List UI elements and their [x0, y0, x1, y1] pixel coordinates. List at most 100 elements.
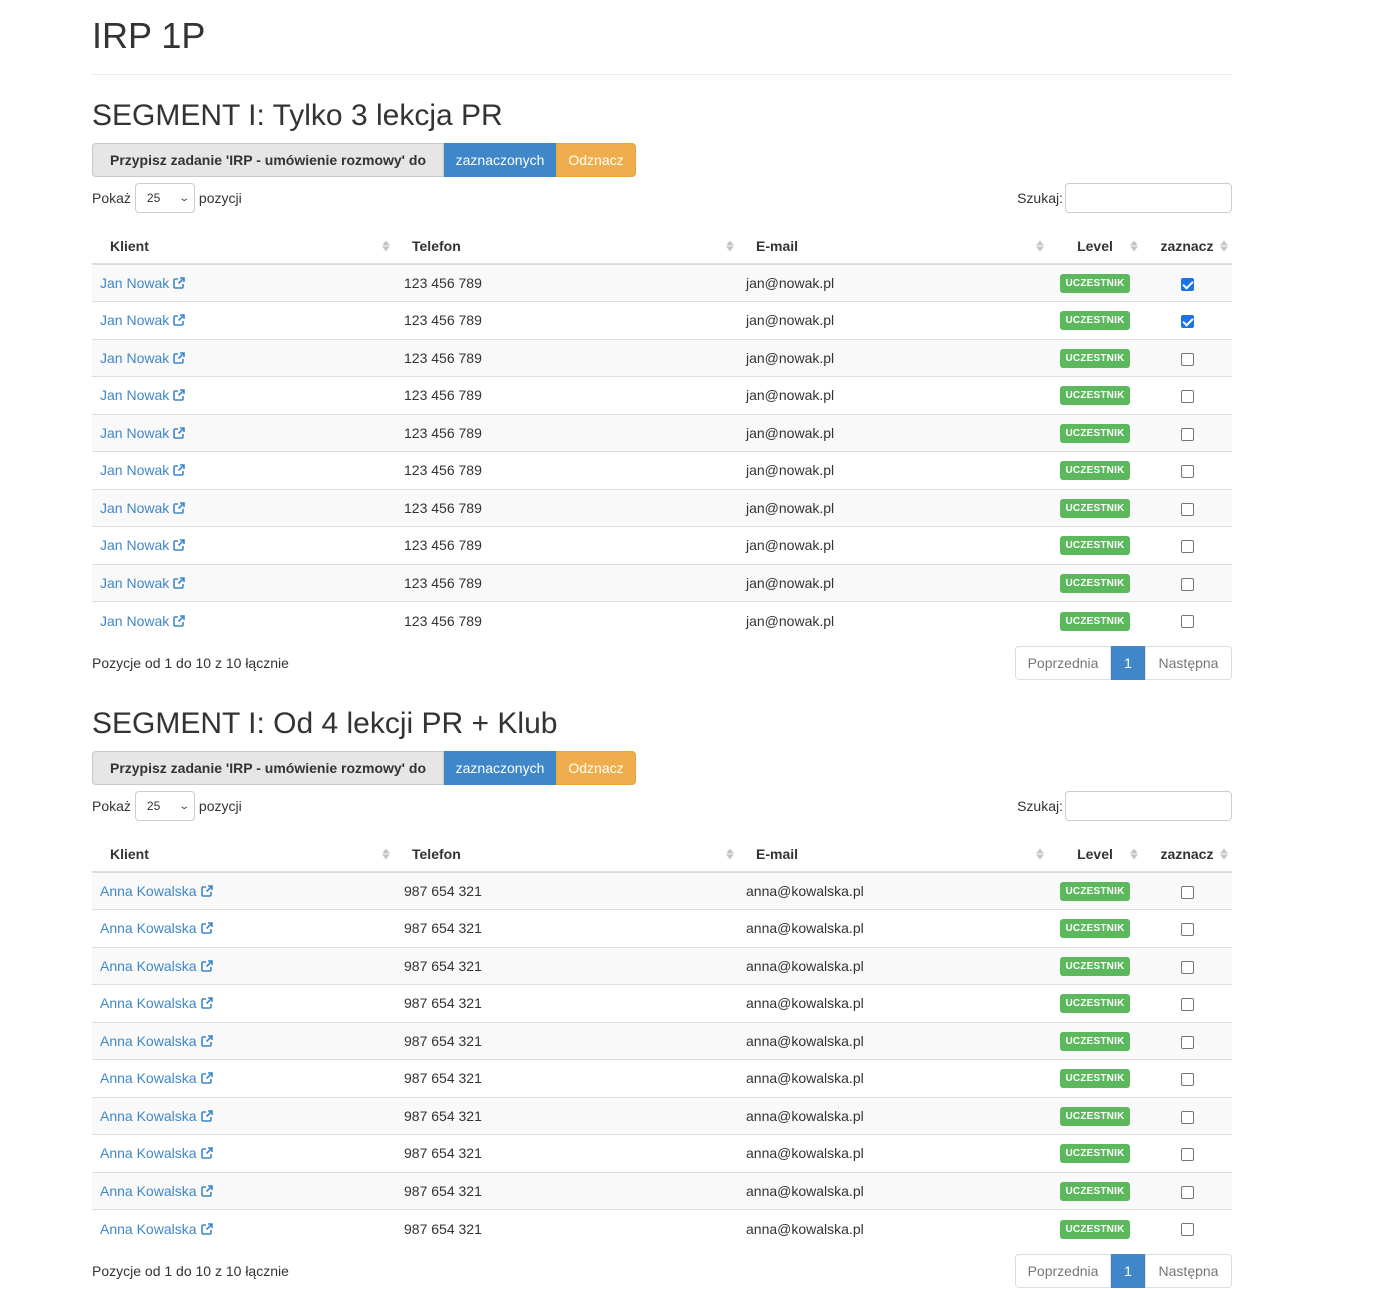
level-badge: UCZESTNIK	[1060, 573, 1130, 593]
level-badge: UCZESTNIK	[1060, 1106, 1130, 1126]
row-checkbox[interactable]	[1180, 465, 1194, 479]
row-checkbox[interactable]	[1180, 1185, 1194, 1199]
level-badge: UCZESTNIK	[1060, 611, 1130, 631]
client-link[interactable]: Jan Nowak	[100, 275, 186, 291]
level-badge: UCZESTNIK	[1060, 1144, 1130, 1164]
row-checkbox[interactable]	[1180, 540, 1194, 554]
client-link[interactable]: Jan Nowak	[100, 462, 186, 478]
page-length-select[interactable]: 25 ⌄	[134, 791, 195, 821]
client-link[interactable]: Jan Nowak	[100, 537, 186, 553]
row-checkbox[interactable]	[1180, 1073, 1194, 1087]
assign-task-label: Przypisz zadanie 'IRP - umówienie rozmow…	[92, 143, 444, 177]
email-cell: jan@nowak.pl	[738, 264, 1048, 302]
client-link[interactable]: Jan Nowak	[100, 350, 186, 366]
client-link[interactable]: Anna Kowalska	[100, 1145, 213, 1161]
client-link[interactable]: Anna Kowalska	[100, 1033, 213, 1049]
client-link[interactable]: Jan Nowak	[100, 575, 186, 591]
client-link[interactable]: Anna Kowalska	[100, 1070, 213, 1086]
client-name: Jan Nowak	[100, 275, 170, 291]
row-checkbox[interactable]	[1180, 427, 1194, 441]
email-cell: jan@nowak.pl	[738, 413, 1048, 452]
client-link[interactable]: Anna Kowalska	[100, 920, 213, 936]
page-title: IRP 1P	[92, 15, 206, 56]
client-link[interactable]: Anna Kowalska	[100, 1221, 213, 1237]
table-row: Jan Nowak 123 456 789 jan@nowak.pl UCZES…	[92, 376, 1232, 414]
row-checkbox[interactable]	[1180, 960, 1194, 974]
column-header-phone[interactable]: Telefon	[394, 836, 738, 873]
search-input[interactable]	[1065, 791, 1232, 821]
phone-cell: 987 654 321	[394, 1209, 738, 1247]
client-link[interactable]: Jan Nowak	[100, 425, 186, 441]
client-link[interactable]: Anna Kowalska	[100, 1183, 213, 1199]
row-checkbox[interactable]	[1180, 502, 1194, 516]
client-link[interactable]: Anna Kowalska	[100, 1108, 213, 1124]
pagination-prev-button[interactable]: Poprzednia	[1015, 1254, 1111, 1288]
level-badge: UCZESTNIK	[1060, 536, 1130, 556]
row-checkbox[interactable]	[1180, 277, 1194, 291]
client-cell: Anna Kowalska	[92, 1096, 394, 1135]
column-header-level[interactable]: Level	[1048, 228, 1142, 265]
select-cell	[1142, 872, 1232, 910]
pagination-page-button[interactable]: 1	[1111, 646, 1145, 680]
row-checkbox[interactable]	[1180, 577, 1194, 591]
sort-icon	[1036, 240, 1044, 251]
pagination-next-button[interactable]: Następna	[1145, 646, 1232, 680]
level-cell: UCZESTNIK	[1048, 338, 1142, 377]
row-checkbox[interactable]	[1180, 1148, 1194, 1162]
column-header-email[interactable]: E-mail	[738, 228, 1048, 265]
phone-cell: 987 654 321	[394, 1171, 738, 1210]
column-header-level[interactable]: Level	[1048, 836, 1142, 873]
phone-cell: 123 456 789	[394, 601, 738, 639]
table-body: Jan Nowak 123 456 789 jan@nowak.pl UCZES…	[92, 264, 1232, 639]
page-length-select[interactable]: 25 ⌄	[134, 183, 195, 213]
email-cell: anna@kowalska.pl	[738, 1096, 1048, 1135]
client-name: Jan Nowak	[100, 499, 170, 516]
client-link[interactable]: Jan Nowak	[100, 613, 186, 629]
external-link-icon	[173, 539, 186, 552]
row-checkbox[interactable]	[1180, 390, 1194, 404]
client-cell: Anna Kowalska	[92, 872, 394, 910]
client-link[interactable]: Anna Kowalska	[100, 995, 213, 1011]
pagination-page-button[interactable]: 1	[1111, 1254, 1145, 1288]
unselect-button[interactable]: Odznacz	[556, 751, 636, 785]
row-checkbox[interactable]	[1180, 885, 1194, 899]
row-checkbox[interactable]	[1180, 1223, 1194, 1237]
row-checkbox[interactable]	[1180, 615, 1194, 629]
length-prefix: Pokaż	[92, 798, 131, 814]
column-header-select[interactable]: zaznacz	[1142, 836, 1232, 873]
client-link[interactable]: Anna Kowalska	[100, 883, 213, 899]
client-link[interactable]: Anna Kowalska	[100, 958, 213, 974]
row-checkbox[interactable]	[1180, 1035, 1194, 1049]
column-header-client[interactable]: Klient	[92, 836, 394, 873]
pagination-next-button[interactable]: Następna	[1145, 1254, 1232, 1288]
level-badge: UCZESTNIK	[1060, 386, 1130, 406]
row-checkbox[interactable]	[1180, 352, 1194, 366]
assign-selected-button[interactable]: zaznaczonych	[444, 143, 556, 177]
column-header-phone[interactable]: Telefon	[394, 228, 738, 265]
client-link[interactable]: Jan Nowak	[100, 312, 186, 328]
table-row: Jan Nowak 123 456 789 jan@nowak.pl UCZES…	[92, 413, 1232, 452]
row-checkbox[interactable]	[1180, 923, 1194, 937]
search-label: Szukaj:	[1017, 798, 1063, 814]
level-badge: UCZESTNIK	[1060, 423, 1130, 443]
column-header-label: Level	[1077, 845, 1113, 862]
column-header-select[interactable]: zaznacz	[1142, 228, 1232, 265]
client-cell: Anna Kowalska	[92, 909, 394, 947]
table-row: Anna Kowalska 987 654 321 anna@kowalska.…	[92, 1021, 1232, 1060]
row-checkbox[interactable]	[1180, 1110, 1194, 1124]
column-header-email[interactable]: E-mail	[738, 836, 1048, 873]
table-row: Anna Kowalska 987 654 321 anna@kowalska.…	[92, 1209, 1232, 1247]
client-link[interactable]: Jan Nowak	[100, 387, 186, 403]
column-header-label: Telefon	[412, 237, 461, 254]
row-checkbox[interactable]	[1180, 998, 1194, 1012]
phone-cell: 987 654 321	[394, 1134, 738, 1172]
level-cell: UCZESTNIK	[1048, 413, 1142, 452]
client-name: Anna Kowalska	[100, 920, 197, 937]
search-input[interactable]	[1065, 183, 1232, 213]
column-header-client[interactable]: Klient	[92, 228, 394, 265]
client-link[interactable]: Jan Nowak	[100, 499, 186, 516]
pagination-prev-button[interactable]: Poprzednia	[1015, 646, 1111, 680]
unselect-button[interactable]: Odznacz	[556, 143, 636, 177]
assign-selected-button[interactable]: zaznaczonych	[444, 751, 556, 785]
row-checkbox[interactable]	[1180, 315, 1194, 329]
